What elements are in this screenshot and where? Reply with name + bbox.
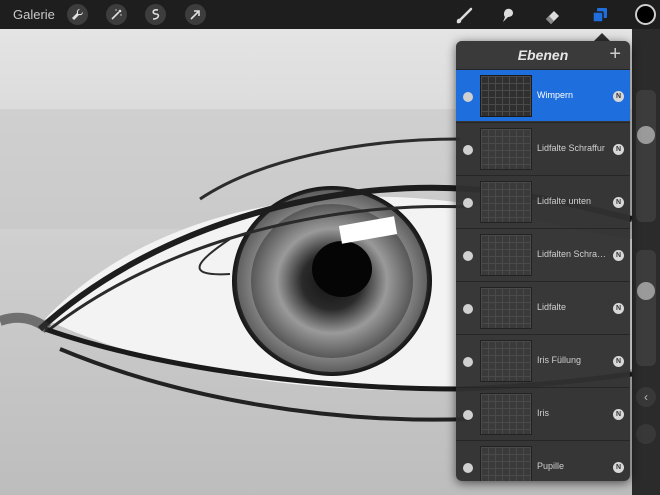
blend-mode-button[interactable]: N (613, 144, 624, 155)
opacity-knob[interactable] (637, 282, 655, 300)
magic-wand-icon[interactable] (106, 4, 127, 25)
blend-mode-button[interactable]: N (613, 197, 624, 208)
layers-panel-title: Ebenen (517, 47, 569, 63)
layers-panel-header: Ebenen + (456, 41, 630, 69)
visibility-toggle[interactable] (463, 304, 473, 314)
layer-name: Lidfalte (537, 302, 567, 312)
layer-name: Iris Füllung (537, 355, 582, 365)
layer-thumbnail (480, 446, 532, 481)
chevron-left-icon: ‹ (644, 390, 648, 404)
top-toolbar: Galerie (0, 0, 660, 29)
visibility-toggle[interactable] (463, 357, 473, 367)
add-layer-button[interactable]: + (609, 44, 621, 64)
blend-mode-button[interactable]: N (613, 356, 624, 367)
selection-icon[interactable] (145, 4, 166, 25)
eyedropper-button[interactable] (636, 424, 656, 444)
smudge-icon[interactable] (496, 3, 520, 27)
visibility-toggle[interactable] (463, 410, 473, 420)
visibility-toggle[interactable] (463, 251, 473, 261)
blend-mode-button[interactable]: N (613, 462, 624, 473)
layer-thumbnail (480, 340, 532, 382)
layer-name: Wimpern (537, 90, 574, 100)
visibility-toggle[interactable] (463, 463, 473, 473)
layer-row[interactable]: Lidfalte unten N (456, 175, 630, 227)
layer-name: Pupille (537, 461, 565, 471)
layer-thumbnail (480, 75, 532, 117)
transform-arrow-icon[interactable] (185, 4, 206, 25)
layer-row[interactable]: Iris N (456, 387, 630, 439)
layer-row[interactable]: Pupille N (456, 440, 630, 481)
layers-icon[interactable] (588, 3, 612, 27)
layer-row[interactable]: Iris Füllung N (456, 334, 630, 386)
eraser-icon[interactable] (541, 3, 565, 27)
brush-size-knob[interactable] (637, 126, 655, 144)
visibility-toggle[interactable] (463, 92, 473, 102)
right-sidebar: ‹ (632, 29, 660, 495)
layer-thumbnail (480, 181, 532, 223)
layer-thumbnail (480, 234, 532, 276)
blend-mode-button[interactable]: N (613, 409, 624, 420)
layer-thumbnail (480, 128, 532, 170)
brush-icon[interactable] (453, 3, 477, 27)
blend-mode-button[interactable]: N (613, 250, 624, 261)
layer-thumbnail (480, 393, 532, 435)
layer-thumbnail (480, 287, 532, 329)
layer-row[interactable]: Lidfalten Schraffur N (456, 228, 630, 280)
opacity-slider[interactable] (636, 250, 656, 366)
color-picker-button[interactable] (635, 4, 656, 25)
layer-name: Lidfalte unten (537, 196, 592, 206)
visibility-toggle[interactable] (463, 145, 473, 155)
layer-name: Iris (537, 408, 549, 418)
layer-name: Lidfalten Schraffur (537, 249, 607, 259)
panel-pointer (594, 33, 610, 41)
layer-row[interactable]: Lidfalte N (456, 281, 630, 333)
visibility-toggle[interactable] (463, 198, 473, 208)
brush-size-slider[interactable] (636, 90, 656, 222)
collapse-sidebar-button[interactable]: ‹ (636, 387, 656, 407)
wrench-icon[interactable] (67, 4, 88, 25)
layer-name: Lidfalte Schraffur (537, 143, 605, 153)
blend-mode-button[interactable]: N (613, 303, 624, 314)
layer-row[interactable]: Lidfalte Schraffur N (456, 122, 630, 174)
blend-mode-button[interactable]: N (613, 91, 624, 102)
layer-row[interactable]: Wimpern N (456, 69, 630, 121)
layers-panel: Ebenen + Wimpern N Lidfalte Schraffur N … (456, 41, 630, 481)
gallery-button[interactable]: Galerie (13, 7, 55, 22)
